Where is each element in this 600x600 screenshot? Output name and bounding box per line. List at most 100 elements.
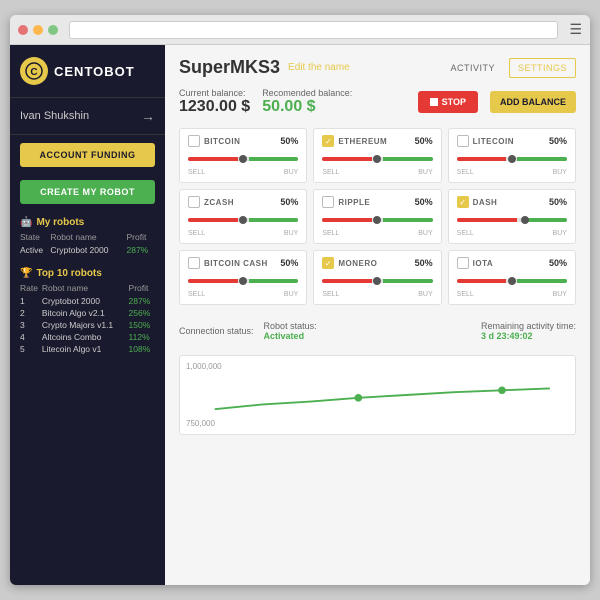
crypto-header: ETHEREUM 50% <box>322 135 432 147</box>
robot-profit: 287% <box>126 244 155 256</box>
crypto-card: MONERO 50% SELL BUY <box>313 250 441 305</box>
crypto-header: BITCOIN 50% <box>188 135 298 147</box>
crypto-name-row: RIPPLE <box>322 196 370 208</box>
crypto-checkbox[interactable] <box>457 135 469 147</box>
logout-icon[interactable]: → <box>141 108 155 124</box>
recommended-balance-label: Recomended balance: <box>262 88 352 98</box>
edit-name-link[interactable]: Edit the name <box>288 62 350 73</box>
slider-track <box>457 279 567 283</box>
robot-status-value: Activated <box>264 331 317 341</box>
robot-name: Cryptobot 2000 <box>50 244 126 256</box>
min-dot <box>33 25 43 35</box>
sell-label: SELL <box>457 291 474 298</box>
crypto-slider[interactable] <box>457 212 567 228</box>
stop-button[interactable]: STOP <box>418 91 478 113</box>
slider-green <box>383 157 433 161</box>
crypto-slider[interactable] <box>457 151 567 167</box>
page-title: SuperMKS3 <box>179 57 280 78</box>
create-robot-button[interactable]: CREATE MY ROBOT <box>20 180 155 204</box>
crypto-slider[interactable] <box>322 273 432 289</box>
crypto-checkbox[interactable] <box>188 257 200 269</box>
max-dot <box>48 25 58 35</box>
crypto-checkbox[interactable] <box>457 257 469 269</box>
chart-area: 1,000,000 750,000 <box>179 355 576 435</box>
col-rate: Rate <box>20 283 42 295</box>
crypto-name-row: DASH <box>457 196 498 208</box>
add-balance-button[interactable]: ADD BALANCE <box>490 91 576 113</box>
crypto-slider[interactable] <box>322 212 432 228</box>
crypto-slider[interactable] <box>322 151 432 167</box>
top-robots-table: Rate Robot name Profit 1Cryptobot 200028… <box>20 283 155 355</box>
crypto-checkbox[interactable] <box>188 196 200 208</box>
balance-row: Current balance: 1230.00 $ Recomended ba… <box>179 88 576 116</box>
buy-label: BUY <box>284 169 298 176</box>
crypto-pct: 50% <box>415 136 433 146</box>
slider-red <box>457 279 507 283</box>
crypto-slider[interactable] <box>188 212 298 228</box>
list-item: 2Bitcoin Algo v2.1256% <box>20 307 155 319</box>
slider-thumb[interactable] <box>239 216 247 224</box>
slider-thumb[interactable] <box>508 277 516 285</box>
slider-thumb[interactable] <box>239 155 247 163</box>
slider-red <box>188 279 238 283</box>
crypto-header: LITECOIN 50% <box>457 135 567 147</box>
crypto-checkbox[interactable] <box>457 196 469 208</box>
my-robots-section: 🤖 My robots State Robot name Profit Acti… <box>10 209 165 260</box>
url-bar[interactable] <box>69 21 558 39</box>
menu-icon[interactable]: ☰ <box>569 21 582 38</box>
crypto-slider[interactable] <box>457 273 567 289</box>
sell-label: SELL <box>322 291 339 298</box>
slider-track <box>322 218 432 222</box>
crypto-name-row: ETHEREUM <box>322 135 387 147</box>
crypto-checkbox[interactable] <box>188 135 200 147</box>
sell-label: SELL <box>188 230 205 237</box>
slider-thumb[interactable] <box>373 216 381 224</box>
slider-thumb[interactable] <box>373 155 381 163</box>
my-robots-title: 🤖 My robots <box>20 217 155 228</box>
crypto-slider[interactable] <box>188 273 298 289</box>
crypto-checkbox[interactable] <box>322 196 334 208</box>
my-robot-row: Active Cryptobot 2000 287% <box>20 244 155 256</box>
sell-label: SELL <box>188 169 205 176</box>
slider-thumb[interactable] <box>373 277 381 285</box>
settings-button[interactable]: SETTINGS <box>509 58 576 78</box>
crypto-checkbox[interactable] <box>322 135 334 147</box>
crypto-card: LITECOIN 50% SELL BUY <box>448 128 576 183</box>
slider-labels: SELL BUY <box>322 230 432 237</box>
account-funding-button[interactable]: ACCOUNT FUNDING <box>20 143 155 167</box>
crypto-pct: 50% <box>280 258 298 268</box>
slider-thumb[interactable] <box>508 155 516 163</box>
slider-labels: SELL BUY <box>322 169 432 176</box>
status-row: Connection status: Robot status: Activat… <box>179 315 576 347</box>
sell-label: SELL <box>457 230 474 237</box>
current-balance-value: 1230.00 $ <box>179 98 250 116</box>
slider-labels: SELL BUY <box>188 169 298 176</box>
crypto-pct: 50% <box>280 197 298 207</box>
crypto-checkbox[interactable] <box>322 257 334 269</box>
crypto-name-row: LITECOIN <box>457 135 514 147</box>
crypto-name: LITECOIN <box>473 137 514 146</box>
slider-labels: SELL BUY <box>457 230 567 237</box>
slider-red <box>322 218 372 222</box>
slider-labels: SELL BUY <box>322 291 432 298</box>
robot-status-label: Robot status: <box>264 321 317 331</box>
slider-labels: SELL BUY <box>188 291 298 298</box>
crypto-name: BITCOIN CASH <box>204 259 268 268</box>
remaining-label: Remaining activity time: <box>481 321 576 331</box>
slider-thumb[interactable] <box>239 277 247 285</box>
slider-track <box>322 279 432 283</box>
crypto-slider[interactable] <box>188 151 298 167</box>
connection-label: Connection status: <box>179 326 254 336</box>
crypto-name: IOTA <box>473 259 494 268</box>
current-balance-label: Current balance: <box>179 88 250 98</box>
crypto-name-row: IOTA <box>457 257 494 269</box>
activity-button[interactable]: ACTIVITY <box>442 59 503 77</box>
my-robots-table: State Robot name Profit Active Cryptobot… <box>20 232 155 256</box>
sidebar-logo: C CENTOBOT <box>10 45 165 98</box>
current-balance: Current balance: 1230.00 $ <box>179 88 250 116</box>
sell-label: SELL <box>188 291 205 298</box>
slider-green <box>249 157 299 161</box>
buy-label: BUY <box>418 169 432 176</box>
sell-label: SELL <box>322 230 339 237</box>
slider-thumb[interactable] <box>521 216 529 224</box>
